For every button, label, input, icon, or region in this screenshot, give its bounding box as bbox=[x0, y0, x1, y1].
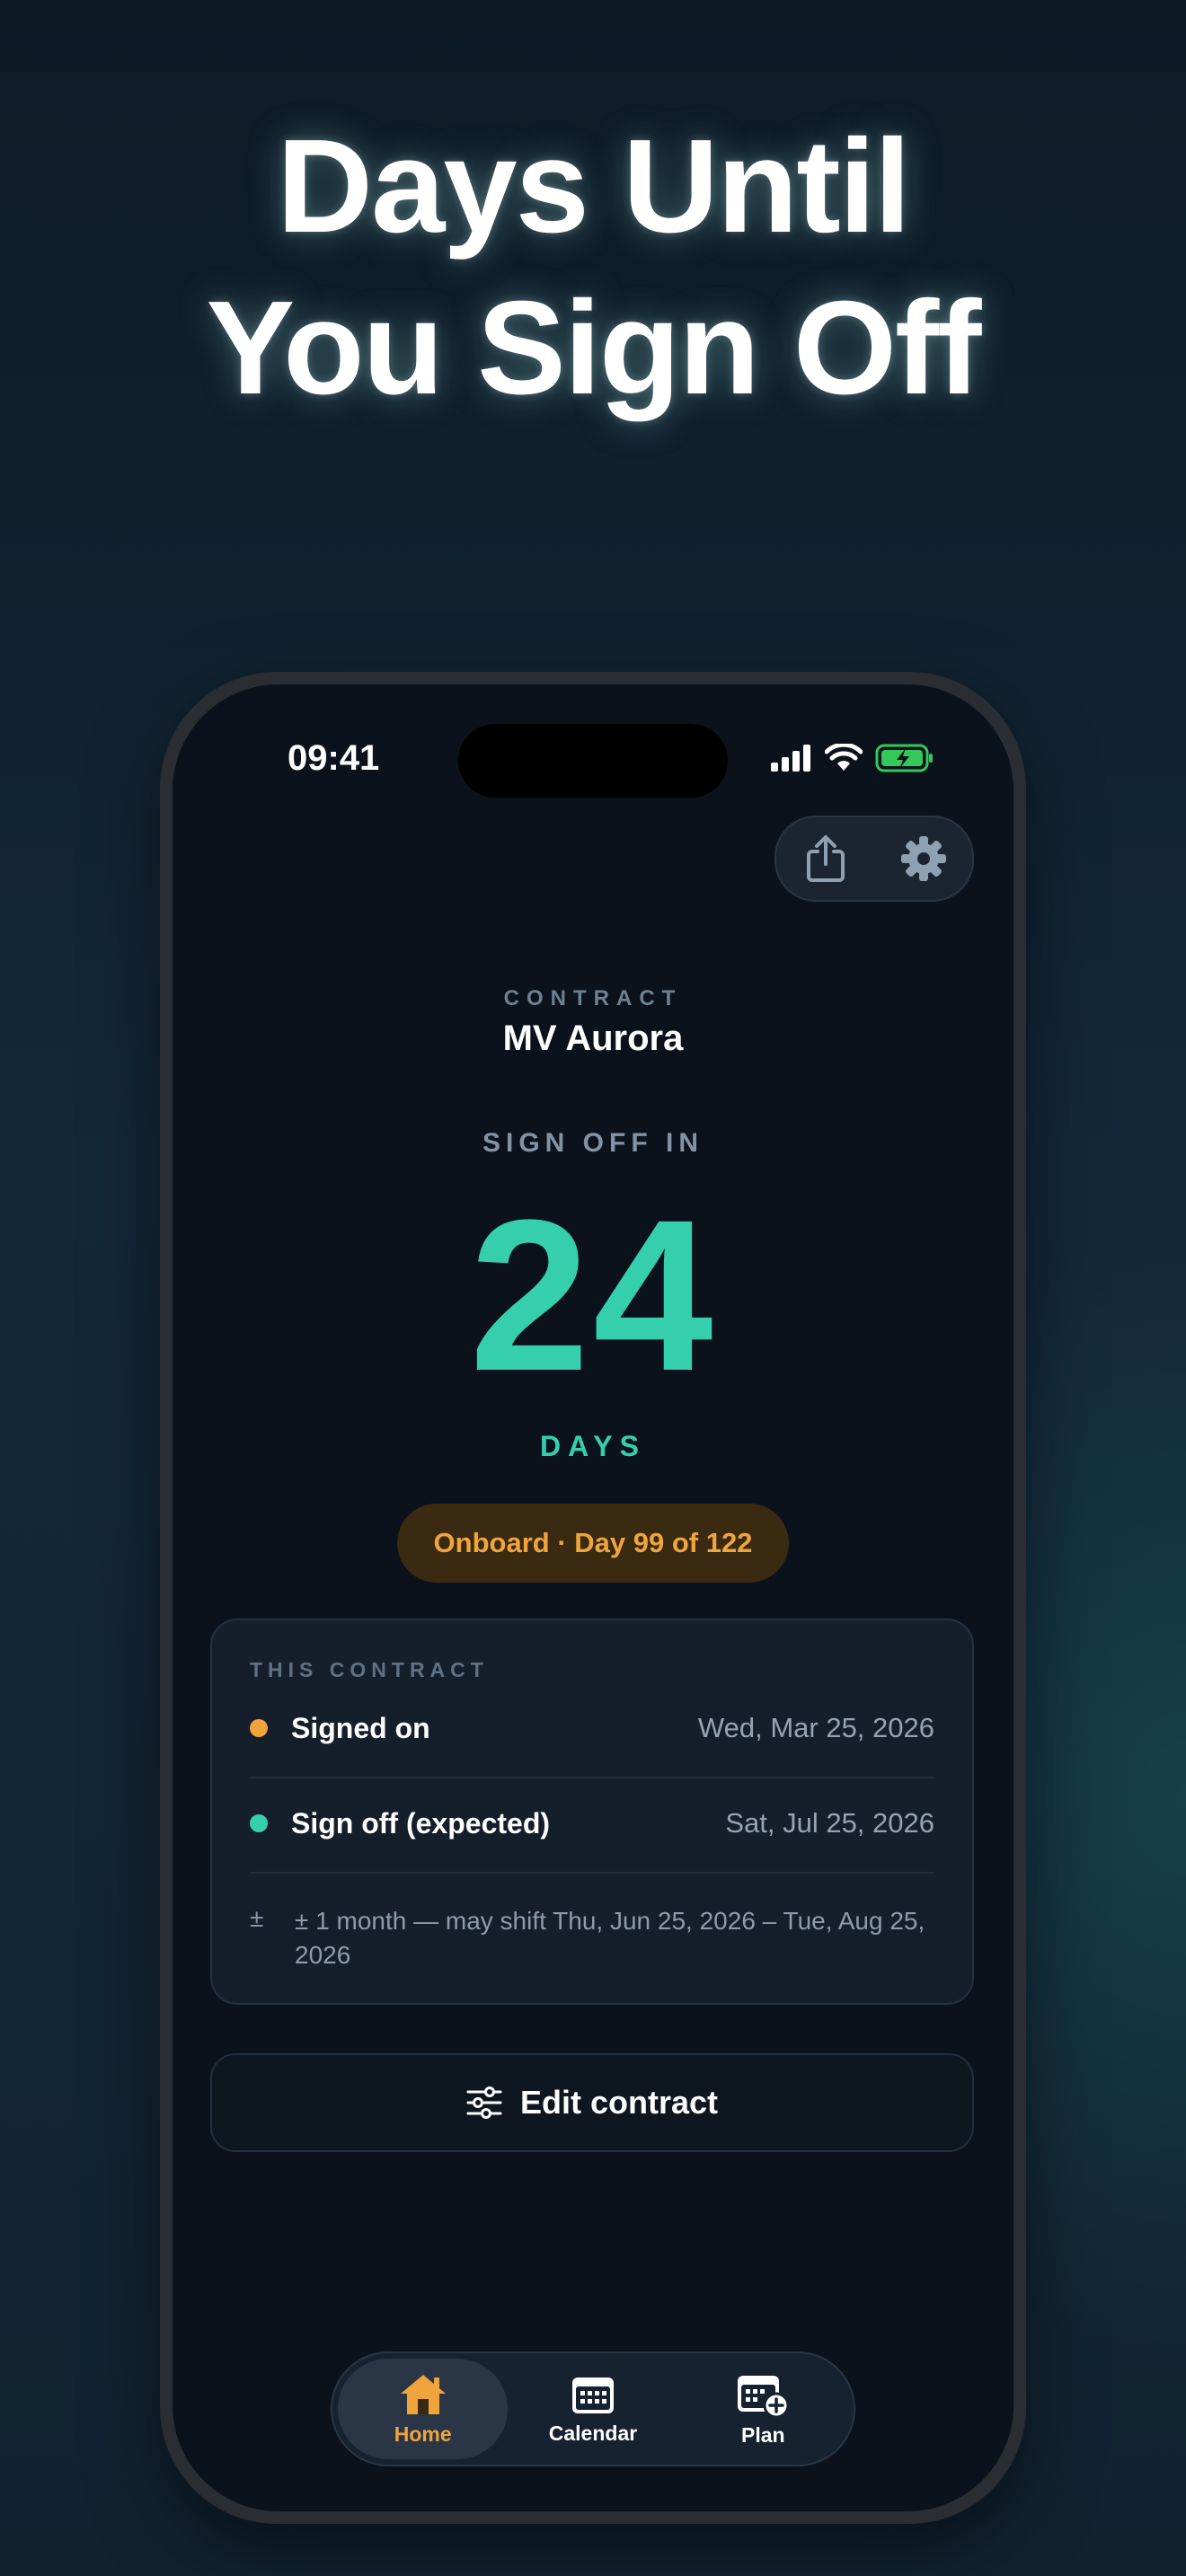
contract-details-card: THIS CONTRACT Signed on Wed, Mar 25, 202… bbox=[210, 1619, 974, 2005]
sign-off-label: SIGN OFF IN bbox=[482, 1128, 704, 1158]
card-title: THIS CONTRACT bbox=[250, 1658, 489, 1681]
signed-on-label: Signed on bbox=[291, 1711, 430, 1744]
home-icon bbox=[400, 2374, 446, 2414]
contract-name: MV Aurora bbox=[502, 1019, 684, 1058]
tab-calendar[interactable]: Calendar bbox=[508, 2359, 677, 2459]
edit-contract-label: Edit contract bbox=[519, 2084, 719, 2121]
share-button[interactable] bbox=[794, 827, 857, 890]
share-icon bbox=[806, 835, 845, 882]
headline-line-2: You Sign Off bbox=[206, 274, 981, 422]
battery-charging-icon bbox=[875, 744, 933, 772]
cellular-signal-icon bbox=[771, 745, 810, 772]
signed-on-row: Signed on Wed, Mar 25, 2026 bbox=[250, 1701, 934, 1755]
dynamic-island bbox=[458, 724, 728, 798]
days-remaining-value: 24 bbox=[469, 1175, 717, 1416]
status-icons bbox=[769, 738, 934, 778]
tab-home-label: Home bbox=[394, 2422, 452, 2446]
card-divider bbox=[250, 1777, 934, 1778]
signed-on-dot bbox=[250, 1719, 268, 1737]
tab-plan[interactable]: Plan bbox=[678, 2359, 848, 2459]
sign-off-dot bbox=[250, 1814, 268, 1832]
tab-home[interactable]: Home bbox=[338, 2359, 509, 2459]
signed-on-value: Wed, Mar 25, 2026 bbox=[697, 1712, 934, 1743]
marketing-headline: Days Until You Sign Off bbox=[0, 106, 1186, 429]
phone-screen: 09:41 CONTRACT MV Aurora SIGN OFF IN 24 … bbox=[173, 684, 1013, 2511]
wifi-icon bbox=[825, 744, 863, 771]
phone-frame: 09:41 CONTRACT MV Aurora SIGN OFF IN 24 … bbox=[160, 672, 1026, 2524]
days-unit-label: DAYS bbox=[540, 1430, 646, 1462]
calendar-icon bbox=[571, 2377, 614, 2413]
plus-minus-icon: ± bbox=[250, 1904, 264, 1932]
date-range-note: ± ± 1 month — may shift Thu, Jun 25, 202… bbox=[250, 1904, 934, 1972]
sliders-icon bbox=[466, 2086, 502, 2119]
status-time: 09:41 bbox=[288, 738, 380, 778]
headline-line-1: Days Until bbox=[277, 112, 911, 260]
sign-off-expected-label: Sign off (expected) bbox=[291, 1806, 551, 1839]
onboard-status-badge: Onboard · Day 99 of 122 bbox=[397, 1504, 789, 1583]
card-divider bbox=[250, 1872, 934, 1874]
settings-button[interactable] bbox=[892, 827, 955, 890]
date-range-note-text: ± 1 month — may shift Thu, Jun 25, 2026 … bbox=[295, 1907, 925, 1969]
tab-plan-label: Plan bbox=[741, 2422, 785, 2447]
sign-off-expected-value: Sat, Jul 25, 2026 bbox=[725, 1807, 934, 1839]
tab-calendar-label: Calendar bbox=[548, 2421, 638, 2445]
gear-icon bbox=[900, 836, 946, 881]
edit-contract-button[interactable]: Edit contract bbox=[210, 2053, 974, 2152]
top-action-group bbox=[774, 816, 974, 902]
tab-bar: Home Calendar Plan bbox=[331, 2351, 855, 2466]
calendar-plus-icon bbox=[738, 2375, 790, 2418]
contract-label: CONTRACT bbox=[503, 986, 683, 1010]
sign-off-row: Sign off (expected) Sat, Jul 25, 2026 bbox=[250, 1796, 934, 1850]
